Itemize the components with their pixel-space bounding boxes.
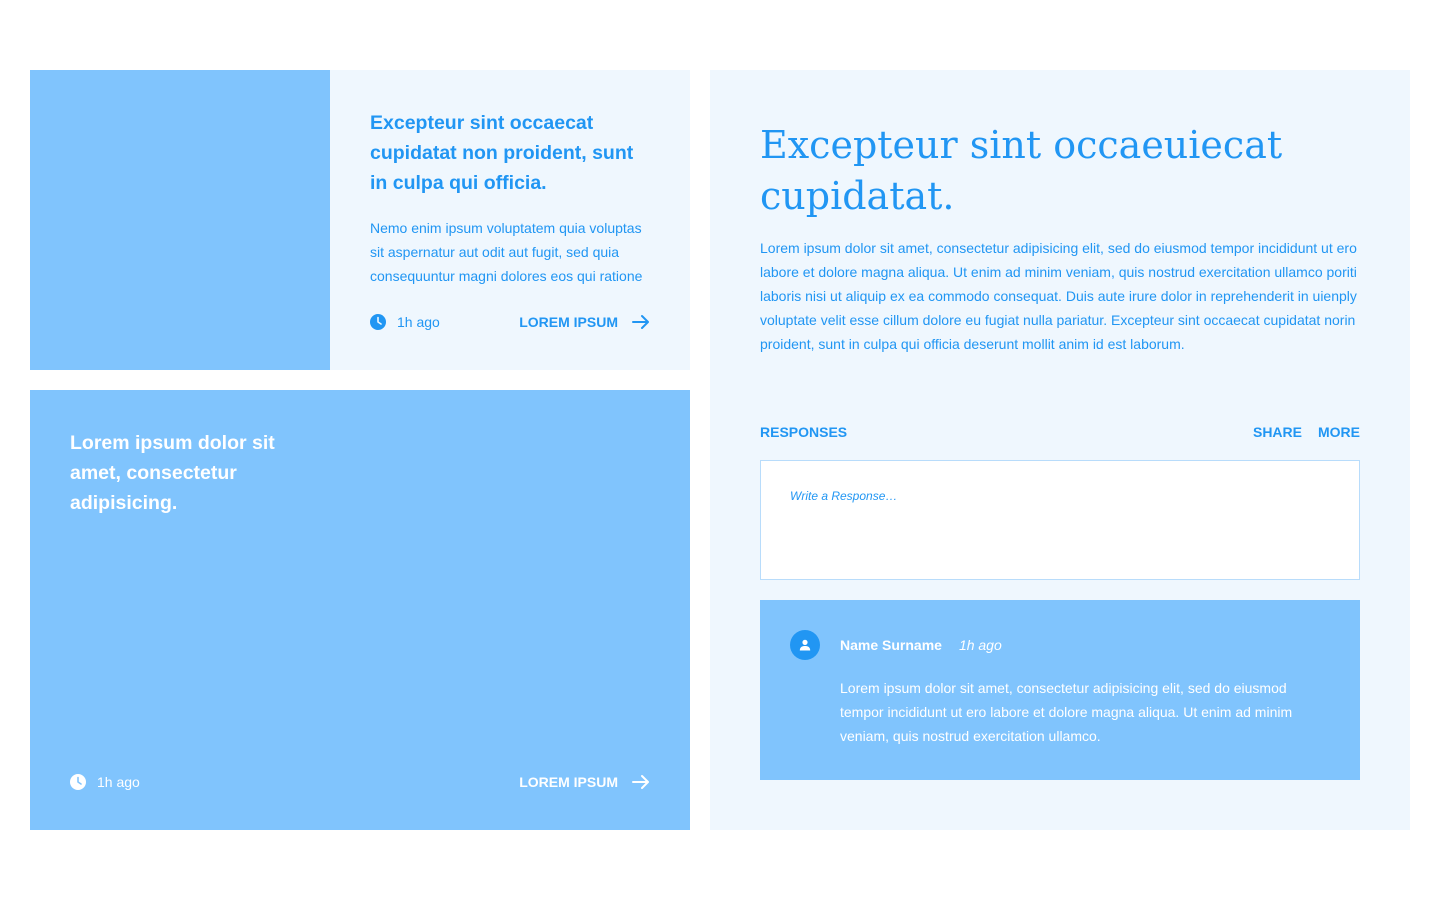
card-meta: 1h ago xyxy=(370,314,440,330)
featured-card: Excepteur sint occaecat cupidatat non pr… xyxy=(30,70,690,370)
card-time: 1h ago xyxy=(97,774,140,790)
clock-icon xyxy=(370,314,386,330)
comment-time: 1h ago xyxy=(958,637,1002,653)
read-more-label: LOREM IPSUM xyxy=(519,314,618,330)
card-time: 1h ago xyxy=(397,314,440,330)
more-button[interactable]: MORE xyxy=(1318,424,1360,440)
card-meta: 1h ago xyxy=(70,774,140,790)
article-heading: Excepteur sint occaeuiecat cupidatat. xyxy=(760,123,1283,218)
article-body: Lorem ipsum dolor sit amet, consectetur … xyxy=(760,240,1357,352)
comment-author[interactable]: Name Surname xyxy=(840,637,942,653)
arrow-right-icon xyxy=(632,773,650,791)
read-more-label: LOREM IPSUM xyxy=(519,774,618,790)
highlight-card: Lorem ipsum dolor sit amet, consectetur … xyxy=(30,390,690,830)
card-title[interactable]: Lorem ipsum dolor sit amet, consectetur … xyxy=(70,428,330,518)
clock-icon xyxy=(70,774,86,790)
card-footer: 1h ago LOREM IPSUM xyxy=(370,312,650,332)
comment-text: Lorem ipsum dolor sit amet, consectetur … xyxy=(840,680,1293,744)
article-panel: Excepteur sint occaeuiecat cupidatat. Lo… xyxy=(710,70,1410,830)
card-content: Excepteur sint occaecat cupidatat non pr… xyxy=(330,70,690,370)
read-more-link[interactable]: LOREM IPSUM xyxy=(519,773,650,791)
read-more-link[interactable]: LOREM IPSUM xyxy=(519,313,650,331)
card-image-placeholder xyxy=(30,70,330,370)
comment-header: Name Surname 1h ago xyxy=(840,635,1002,655)
response-box xyxy=(760,460,1360,580)
responses-label: RESPONSES xyxy=(760,424,848,440)
card-excerpt: Nemo enim ipsum voluptatem quia voluptas… xyxy=(370,220,643,284)
card-title[interactable]: Excepteur sint occaecat cupidatat non pr… xyxy=(370,108,650,198)
arrow-right-icon xyxy=(632,313,650,331)
article-actions: SHARE MORE xyxy=(1253,424,1360,440)
responses-bar: RESPONSES SHARE MORE xyxy=(760,422,1360,442)
user-icon xyxy=(799,639,811,651)
response-input[interactable] xyxy=(790,489,1330,553)
share-button[interactable]: SHARE xyxy=(1253,424,1302,440)
avatar xyxy=(790,630,820,660)
card-footer: 1h ago LOREM IPSUM xyxy=(70,772,650,792)
comment-card: Name Surname 1h ago Lorem ipsum dolor si… xyxy=(760,600,1360,780)
